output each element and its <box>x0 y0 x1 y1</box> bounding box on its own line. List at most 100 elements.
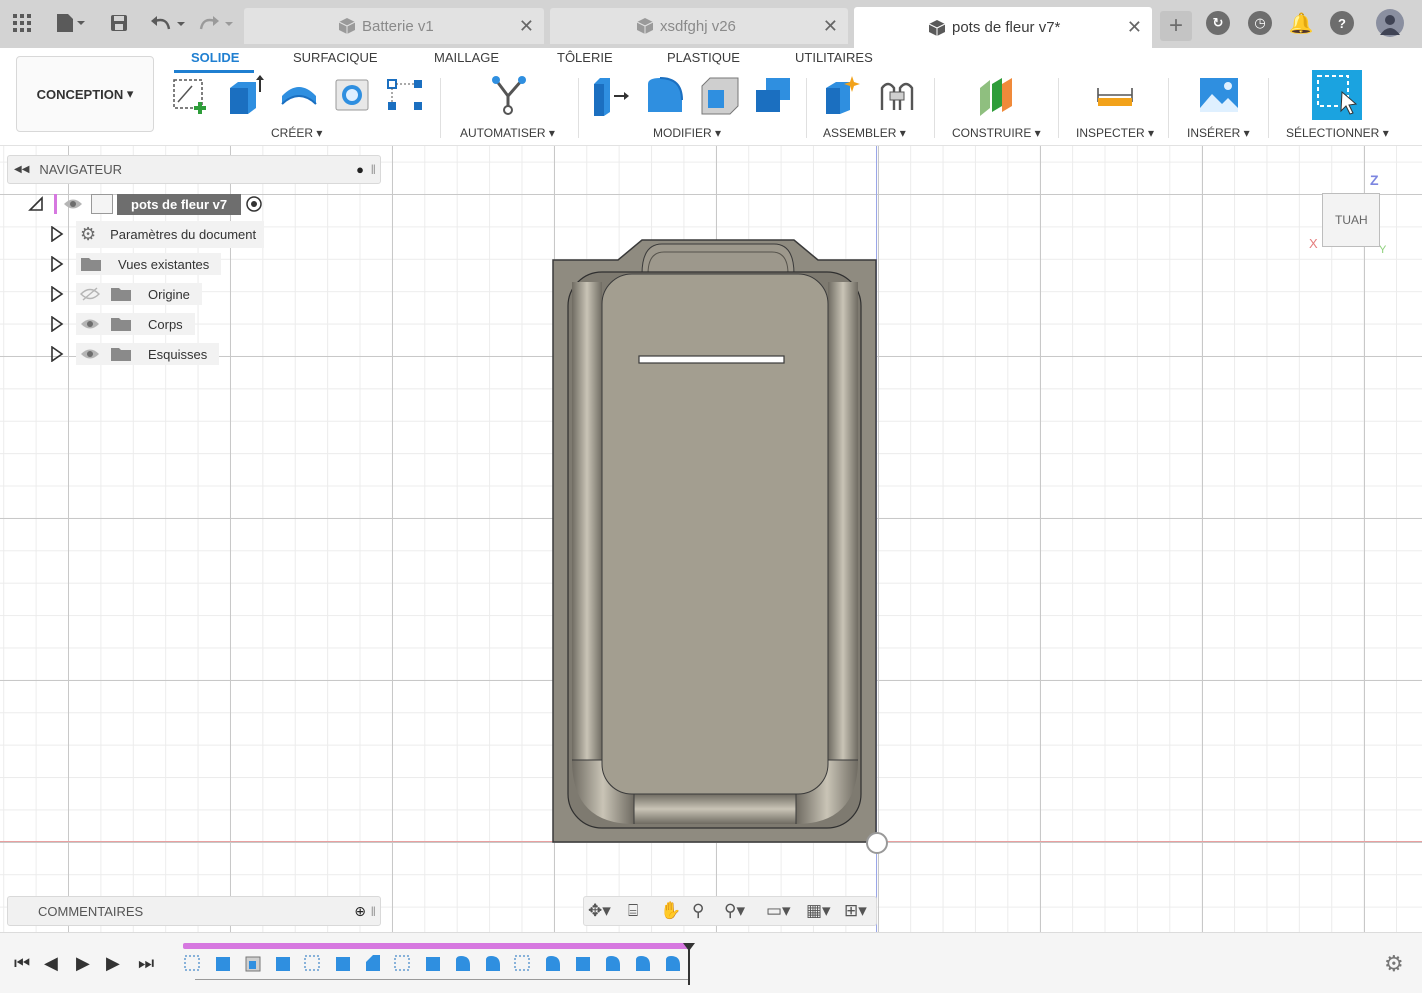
combine-icon[interactable] <box>752 74 794 116</box>
eye-icon[interactable] <box>80 347 100 361</box>
timeline-fillet-icon[interactable] <box>453 952 473 974</box>
timeline-fillet-icon[interactable] <box>603 952 623 974</box>
timeline-fillet-icon[interactable] <box>663 952 683 974</box>
navigator-item-origin[interactable]: Origine <box>50 282 202 306</box>
tab-plastique[interactable]: PLASTIQUE <box>667 50 740 65</box>
timeline-fillet-icon[interactable] <box>483 952 503 974</box>
extensions-icon[interactable]: ↻ <box>1206 11 1230 35</box>
timeline-marker[interactable] <box>688 945 690 985</box>
timeline-sketch-icon[interactable] <box>513 952 533 974</box>
add-comment-icon[interactable]: ⊕ <box>354 903 366 920</box>
timeline-extrude-icon[interactable] <box>423 952 443 974</box>
group-inspect-label[interactable]: INSPECTER ▾ <box>1076 126 1154 140</box>
measure-icon[interactable] <box>1094 74 1136 116</box>
app-grid-icon[interactable] <box>10 8 34 38</box>
timeline-fillet-icon[interactable] <box>543 952 563 974</box>
timeline-sketch-icon[interactable] <box>393 952 413 974</box>
go-to-end-icon[interactable]: ⏭ <box>138 953 154 974</box>
step-forward-icon[interactable]: ▶ <box>106 953 120 974</box>
expand-triangle-icon[interactable] <box>50 346 64 362</box>
grid-settings-icon[interactable]: ▦▾ <box>806 901 831 921</box>
eye-hidden-icon[interactable] <box>80 287 100 301</box>
eye-icon[interactable] <box>63 197 83 211</box>
expand-triangle-icon[interactable] <box>50 286 64 302</box>
undo-icon[interactable] <box>148 8 188 38</box>
panel-grip-icon[interactable]: ‖ <box>371 162 376 177</box>
group-automate-label[interactable]: AUTOMATISER ▾ <box>460 126 555 140</box>
shell-icon[interactable] <box>698 74 740 116</box>
job-status-icon[interactable]: ◷ <box>1248 11 1272 35</box>
step-back-icon[interactable]: ◀ <box>44 953 58 974</box>
extrude-icon[interactable] <box>224 74 266 116</box>
collapse-icon[interactable]: ◀◀ <box>14 164 29 175</box>
create-sketch-icon[interactable] <box>170 74 212 116</box>
expand-triangle-icon[interactable] <box>50 226 64 242</box>
workspace-switcher[interactable]: CONCEPTION ▾ <box>16 56 154 132</box>
new-component-icon[interactable] <box>822 74 864 116</box>
fillet-icon[interactable] <box>644 74 686 116</box>
close-tab-icon[interactable]: ✕ <box>519 16 534 37</box>
navigator-item-named-views[interactable]: Vues existantes <box>50 252 222 276</box>
group-modify-label[interactable]: MODIFIER ▾ <box>653 126 721 140</box>
close-tab-icon[interactable]: ✕ <box>823 16 838 37</box>
timeline-sketch-icon[interactable] <box>183 952 203 974</box>
navigator-item-document-settings[interactable]: ⚙ Paramètres du document <box>50 220 265 248</box>
display-settings-icon[interactable]: ▭▾ <box>766 901 791 921</box>
tab-tolerie[interactable]: TÔLERIE <box>557 50 613 65</box>
navigator-root-row[interactable]: pots de fleur v7 <box>28 192 263 216</box>
navigator-options-icon[interactable]: ● <box>356 162 364 177</box>
navigator-item-sketches[interactable]: Esquisses <box>50 342 220 366</box>
timeline-extrude-icon[interactable] <box>273 952 293 974</box>
planter-model[interactable] <box>552 238 892 858</box>
navigator-item-bodies[interactable]: Corps <box>50 312 195 336</box>
tab-utilitaires[interactable]: UTILITAIRES <box>795 50 873 65</box>
tab-pots-de-fleur[interactable]: pots de fleur v7* ✕ <box>854 7 1152 48</box>
tab-surfacique[interactable]: SURFACIQUE <box>293 50 378 65</box>
new-tab-button[interactable]: + <box>1160 11 1192 41</box>
look-at-icon[interactable]: ⌸ <box>628 901 638 921</box>
zoom-icon[interactable]: ⚲ <box>692 901 704 921</box>
tab-maillage[interactable]: MAILLAGE <box>434 50 499 65</box>
hole-icon[interactable] <box>332 74 374 116</box>
automate-icon[interactable] <box>488 74 530 116</box>
timeline-settings-gear-icon[interactable]: ⚙ <box>1384 951 1404 977</box>
offset-plane-icon[interactable] <box>974 74 1016 116</box>
close-tab-icon[interactable]: ✕ <box>1127 17 1142 38</box>
group-create-label[interactable]: CRÉER ▾ <box>271 126 322 140</box>
orbit-icon[interactable]: ✥▾ <box>588 901 611 921</box>
group-select-label[interactable]: SÉLECTIONNER ▾ <box>1286 126 1389 140</box>
timeline-chamfer-icon[interactable] <box>363 952 383 974</box>
timeline-extrude-icon[interactable] <box>333 952 353 974</box>
activate-radio-icon[interactable] <box>245 195 263 213</box>
revolve-icon[interactable] <box>278 74 320 116</box>
viewports-icon[interactable]: ⊞▾ <box>844 901 867 921</box>
tab-solide[interactable]: SOLIDE <box>191 50 239 65</box>
fit-icon[interactable]: ⚲▾ <box>724 901 745 921</box>
press-pull-icon[interactable] <box>590 74 632 116</box>
play-icon[interactable]: ▶ <box>76 953 90 974</box>
expand-triangle-icon[interactable] <box>50 256 64 272</box>
navigator-header[interactable]: ◀◀ NAVIGATEUR ● ‖ <box>7 155 381 184</box>
file-menu-icon[interactable] <box>52 8 88 38</box>
avatar[interactable] <box>1376 9 1404 37</box>
timeline-marker-head[interactable] <box>683 943 695 951</box>
insert-image-icon[interactable] <box>1198 74 1240 116</box>
eye-icon[interactable] <box>80 317 100 331</box>
panel-grip-icon[interactable]: ‖ <box>371 904 376 919</box>
collapse-triangle-icon[interactable] <box>28 196 44 212</box>
redo-icon[interactable] <box>196 8 236 38</box>
pan-icon[interactable]: ✋ <box>660 901 681 921</box>
group-construct-label[interactable]: CONSTRUIRE ▾ <box>952 126 1041 140</box>
pattern-icon[interactable] <box>386 74 428 116</box>
group-insert-label[interactable]: INSÉRER ▾ <box>1187 126 1250 140</box>
group-assemble-label[interactable]: ASSEMBLER ▾ <box>823 126 906 140</box>
expand-triangle-icon[interactable] <box>50 316 64 332</box>
save-icon[interactable] <box>108 8 130 38</box>
go-to-start-icon[interactable]: ⏮ <box>14 953 30 974</box>
timeline-sketch-icon[interactable] <box>303 952 323 974</box>
joint-icon[interactable] <box>876 74 918 116</box>
tab-xsdfghj[interactable]: xsdfghj v26 ✕ <box>550 8 848 44</box>
notifications-icon[interactable]: 🔔 <box>1289 11 1314 35</box>
comments-panel-header[interactable]: COMMENTAIRES ⊕ ‖ <box>7 896 381 926</box>
tab-batterie[interactable]: Batterie v1 ✕ <box>244 8 544 44</box>
